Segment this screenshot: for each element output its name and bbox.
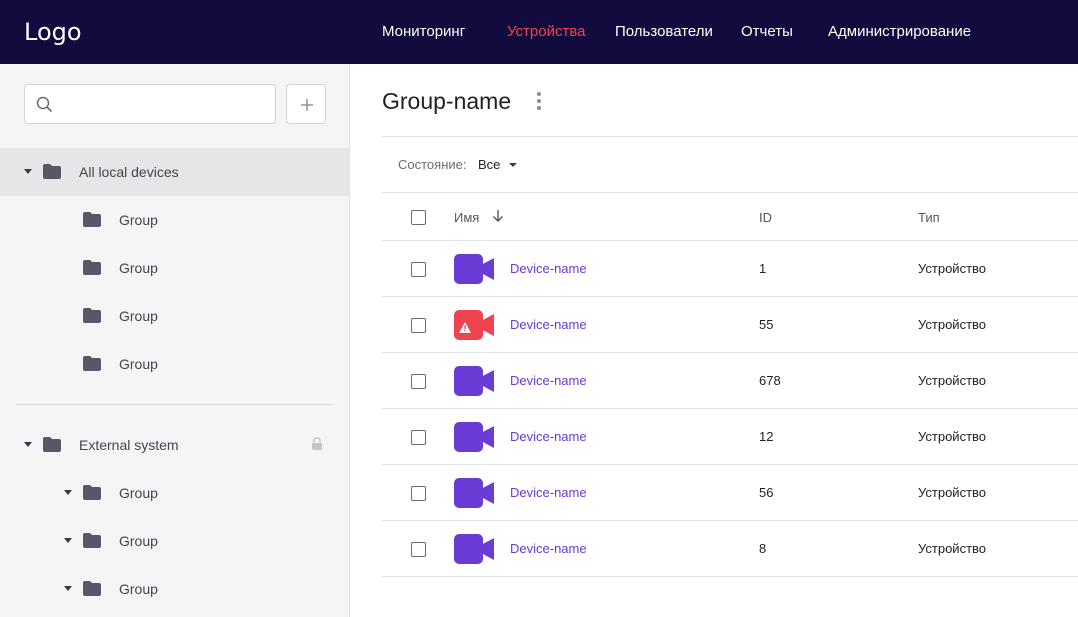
row-checkbox[interactable] [411,542,426,557]
tree-item-external-system[interactable]: External system [0,421,349,469]
divider [16,404,333,405]
device-id: 12 [759,429,774,444]
folder-icon [83,260,101,275]
caret-down-icon[interactable] [24,169,32,174]
tree-item-label: Group [119,308,158,324]
row-checkbox[interactable] [411,318,426,333]
device-id: 56 [759,485,774,500]
logo[interactable]: Logo [24,18,82,46]
folder-icon [43,164,61,179]
caret-down-icon[interactable] [24,442,32,447]
device-name-link[interactable]: Device-name [510,429,587,444]
tree-item-label: Group [119,533,158,549]
camera-icon [454,422,494,452]
device-type: Устройство [918,317,987,332]
folder-icon [83,533,101,548]
device-id: 8 [759,541,767,556]
top-navigation-bar: Logo Мониторинг Устройства Пользователи … [0,0,1078,64]
device-type: Устройство [918,541,987,556]
tree-item-group[interactable]: Group [0,292,349,340]
device-type: Устройство [918,261,987,276]
nav-item-users[interactable]: Пользователи [615,23,713,40]
search-input[interactable] [61,93,266,115]
tree-item-label: Group [119,260,158,276]
tree-item-label: External system [79,437,179,453]
device-type: Устройство [918,373,987,388]
device-name-link[interactable]: Device-name [510,317,587,332]
device-type: Устройство [918,429,987,444]
folder-icon [83,356,101,371]
column-header-name[interactable]: Имя [454,210,479,225]
tree-item-all-local-devices[interactable]: All local devices [0,148,349,196]
row-checkbox[interactable] [411,374,426,389]
tree-item-label: Group [119,356,158,372]
lock-icon [312,437,322,450]
row-checkbox[interactable] [411,430,426,445]
table-row[interactable]: Device-name 55 Устройство [382,297,1078,353]
select-all-checkbox[interactable] [411,210,426,225]
tree-item-group[interactable]: Group [0,196,349,244]
tree-item-group[interactable]: Group [0,469,349,517]
folder-icon [83,581,101,596]
tree-item-group[interactable]: Group [0,517,349,565]
divider [382,136,1078,137]
tree-item-group[interactable]: Group [0,244,349,292]
search-field[interactable] [24,84,276,124]
tree-item-label: Group [119,212,158,228]
table-row[interactable]: Device-name 678 Устройство [382,353,1078,409]
plus-icon [301,99,313,111]
folder-icon [83,212,101,227]
caret-down-icon[interactable] [64,538,72,543]
status-filter-label: Состояние: [398,157,467,172]
camera-icon [454,366,494,396]
search-icon [36,96,52,112]
table-row[interactable]: Device-name 12 Устройство [382,409,1078,465]
column-header-type[interactable]: Тип [918,210,940,225]
tree-item-group[interactable]: Group [0,565,349,613]
add-group-button[interactable] [286,84,326,124]
camera-alert-icon [454,310,494,340]
device-type: Устройство [918,485,987,500]
table-row[interactable]: Device-name 56 Устройство [382,465,1078,521]
caret-down-icon[interactable] [509,163,517,167]
device-id: 55 [759,317,774,332]
folder-icon [83,485,101,500]
nav-item-administration[interactable]: Администрирование [828,23,971,40]
page-title: Group-name [382,88,512,114]
folder-icon [83,308,101,323]
sidebar: All local devices Group Group Group Grou… [0,64,350,617]
status-filter-dropdown[interactable]: Все [478,157,500,172]
tree-item-group[interactable]: Group [0,340,349,388]
more-options-icon[interactable] [534,92,544,110]
camera-icon [454,478,494,508]
nav-item-monitoring[interactable]: Мониторинг [382,23,465,40]
table-row[interactable]: Device-name 1 Устройство [382,241,1078,297]
device-name-link[interactable]: Device-name [510,261,587,276]
tree-item-label: Group [119,485,158,501]
device-id: 1 [759,261,767,276]
row-checkbox[interactable] [411,486,426,501]
column-header-id[interactable]: ID [759,210,772,225]
camera-icon [454,534,494,564]
caret-down-icon[interactable] [64,586,72,591]
device-name-link[interactable]: Device-name [510,373,587,388]
tree-item-label: All local devices [79,164,179,180]
nav-item-devices[interactable]: Устройства [507,23,585,40]
device-name-link[interactable]: Device-name [510,485,587,500]
caret-down-icon[interactable] [64,490,72,495]
device-name-link[interactable]: Device-name [510,541,587,556]
device-id: 678 [759,373,781,388]
nav-item-reports[interactable]: Отчеты [741,23,793,40]
table-row[interactable]: Device-name 8 Устройство [382,521,1078,577]
row-checkbox[interactable] [411,262,426,277]
divider [382,192,1078,193]
tree-item-label: Group [119,581,158,597]
camera-icon [454,254,494,284]
sort-arrow-down-icon[interactable] [491,209,505,223]
folder-icon [43,437,61,452]
